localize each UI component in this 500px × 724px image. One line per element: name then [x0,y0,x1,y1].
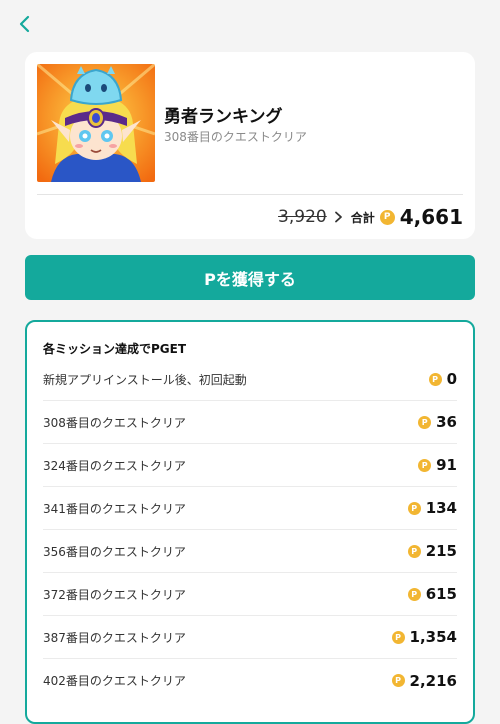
total-label: 合計 [350,210,375,225]
missions-title: 各ミッション達成でPGET [43,342,187,356]
mission-label: 324番目のクエストクリア [43,458,186,473]
app-subtitle: 308番目のクエストクリア [164,130,307,144]
mission-points: 1,354 [409,628,457,646]
mission-row: 387番目のクエストクリア P 1,354 [43,616,457,659]
mission-reward: P 0 [428,370,457,388]
mission-reward: P 615 [407,585,457,603]
mission-points: 615 [425,585,457,603]
mission-points: 36 [436,413,457,431]
coin-icon: P [391,630,405,644]
mission-points: 0 [446,370,457,388]
original-points: 3,920 [278,207,327,227]
mission-reward: P 134 [407,499,457,517]
divider [37,194,463,195]
mission-row: 356番目のクエストクリア P 215 [43,530,457,573]
mission-label: 308番目のクエストクリア [43,415,186,430]
coin-icon: P [407,587,421,601]
missions-panel: 各ミッション達成でPGET 新規アプリインストール後、初回起動 P 0 308番… [25,320,475,724]
mission-points: 215 [425,542,457,560]
mission-points: 2,216 [409,671,457,690]
points-summary: 3,920 合計 P 4,661 [278,204,463,230]
mission-reward: P 91 [418,456,457,474]
total-points: 4,661 [399,205,463,229]
app-icon [37,64,155,182]
mission-label: 372番目のクエストクリア [43,587,186,602]
coin-icon: P [407,501,421,515]
back-button[interactable] [13,12,37,36]
mission-row: 402番目のクエストクリア P 2,216 [43,659,457,702]
mission-label: 387番目のクエストクリア [43,630,186,645]
mission-label: 402番目のクエストクリア [43,674,186,688]
app-card: 勇者ランキング 308番目のクエストクリア 3,920 合計 P 4,661 [25,52,475,239]
mission-label: 341番目のクエストクリア [43,501,186,516]
coin-icon: P [391,674,405,687]
mission-reward: P 36 [418,413,457,431]
mission-row: 新規アプリインストール後、初回起動 P 0 [43,358,457,401]
chevron-left-icon [19,15,30,33]
mission-label: 356番目のクエストクリア [43,544,186,559]
coin-icon: P [407,544,421,558]
app-title: 勇者ランキング [164,107,283,127]
mission-reward: P 1,354 [391,628,457,646]
mission-points: 134 [425,499,457,517]
mission-points: 91 [436,456,457,474]
mission-row: 324番目のクエストクリア P 91 [43,444,457,487]
mission-row: 308番目のクエストクリア P 36 [43,401,457,444]
chevron-right-icon [334,211,343,223]
mission-row: 372番目のクエストクリア P 615 [43,573,457,616]
coin-icon: P [418,415,432,429]
mission-reward: P 2,216 [391,671,457,690]
coin-icon: P [428,372,442,386]
mission-label: 新規アプリインストール後、初回起動 [43,372,247,387]
get-points-button[interactable]: Pを獲得する [25,255,475,300]
mission-reward: P 215 [407,542,457,560]
coin-icon: P [379,209,395,225]
mission-row: 341番目のクエストクリア P 134 [43,487,457,530]
coin-icon: P [418,458,432,472]
